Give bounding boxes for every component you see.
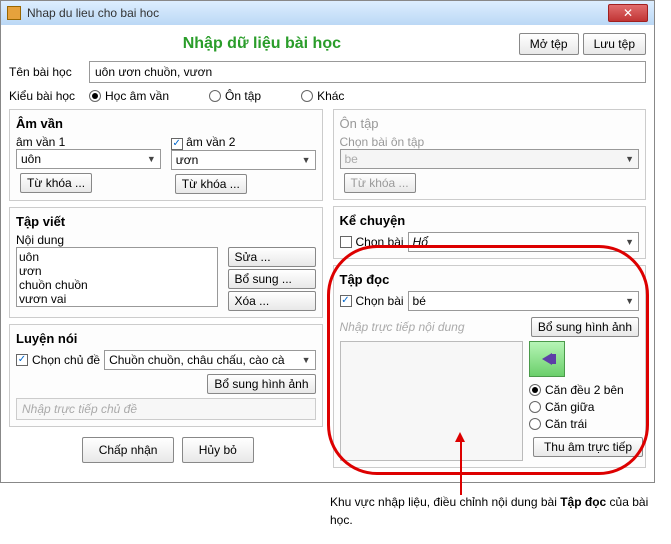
chevron-down-icon: ▼ bbox=[625, 237, 634, 247]
add-image-tapdoc-button[interactable]: Bổ sung hình ảnh bbox=[531, 317, 639, 337]
ke-chuyen-checkbox[interactable] bbox=[340, 236, 352, 248]
list-item[interactable]: chuồn chuồn bbox=[19, 278, 215, 292]
chu-de-input[interactable]: Nhập trực tiếp chủ đề bbox=[16, 398, 316, 420]
chevron-down-icon: ▼ bbox=[302, 155, 311, 165]
add-button[interactable]: Bổ sung ... bbox=[228, 269, 316, 289]
chu-de-select[interactable]: Chuồn chuồn, châu chấu, cào cà▼ bbox=[104, 350, 315, 370]
save-file-button[interactable]: Lưu tệp bbox=[583, 33, 646, 55]
cancel-button[interactable]: Hủy bỏ bbox=[182, 437, 254, 463]
align-both-radio[interactable] bbox=[529, 384, 541, 396]
luyen-noi-title: Luyện nói bbox=[16, 331, 316, 346]
ke-chuyen-title: Kể chuyện bbox=[340, 213, 640, 228]
on-tap-group: Ôn tập Chọn bài ôn tập be▼ Từ khóa ... bbox=[333, 109, 647, 200]
chevron-down-icon: ▼ bbox=[625, 296, 634, 306]
lesson-name-input[interactable]: uôn ươn chuồn, vươn bbox=[89, 61, 646, 83]
keyword1-button[interactable]: Từ khóa ... bbox=[20, 173, 92, 193]
titlebar: Nhap du lieu cho bai hoc ✕ bbox=[1, 1, 654, 25]
keyword-ontap-button: Từ khóa ... bbox=[344, 173, 416, 193]
am-van2-select[interactable]: ươn▼ bbox=[171, 150, 316, 170]
keyword2-button[interactable]: Từ khóa ... bbox=[175, 174, 247, 194]
luyen-noi-group: Luyện nói Chọn chủ đề Chuồn chuồn, châu … bbox=[9, 324, 323, 427]
align-left-radio[interactable] bbox=[529, 418, 541, 430]
edit-button[interactable]: Sửa ... bbox=[228, 247, 316, 267]
lesson-type-label: Kiểu bài học bbox=[9, 89, 89, 103]
chevron-down-icon: ▼ bbox=[147, 154, 156, 164]
ke-chuyen-select[interactable]: Hổ▼ bbox=[408, 232, 639, 252]
list-item[interactable]: vươn vai bbox=[19, 292, 215, 306]
lesson-name-label: Tên bài học bbox=[9, 65, 89, 79]
radio-khac[interactable] bbox=[301, 90, 313, 102]
window-title: Nhap du lieu cho bai hoc bbox=[27, 6, 608, 20]
list-item[interactable]: uôn bbox=[19, 250, 215, 264]
tap-viet-title: Tập viết bbox=[16, 214, 316, 229]
radio-on-tap[interactable] bbox=[209, 90, 221, 102]
annotation-arrow-head bbox=[455, 432, 465, 442]
align-center-radio[interactable] bbox=[529, 401, 541, 413]
close-button[interactable]: ✕ bbox=[608, 4, 648, 22]
accept-button[interactable]: Chấp nhận bbox=[82, 437, 175, 463]
on-tap-select: be▼ bbox=[340, 149, 640, 169]
page-title: Nhập dữ liệu bài học bbox=[9, 35, 515, 53]
tap-doc-textarea[interactable] bbox=[340, 341, 524, 461]
tap-doc-title: Tập đọc bbox=[340, 272, 640, 287]
tap-viet-list[interactable]: uôn ươn chuồn chuồn vươn vai bbox=[16, 247, 218, 307]
am-van-title: Âm vần bbox=[16, 116, 316, 131]
tap-viet-group: Tập viết Nội dung uôn ươn chuồn chuồn vư… bbox=[9, 207, 323, 318]
delete-button[interactable]: Xóa ... bbox=[228, 291, 316, 311]
chevron-down-icon: ▼ bbox=[625, 154, 634, 164]
am-van-group: Âm vần âm vần 1 uôn▼ Từ khóa ... âm vần … bbox=[9, 109, 323, 201]
on-tap-title: Ôn tập bbox=[340, 116, 640, 131]
chon-chu-de-checkbox[interactable] bbox=[16, 354, 28, 366]
record-button[interactable]: Thu âm trực tiếp bbox=[533, 437, 643, 457]
annotation-text: Khu vực nhập liệu, điều chỉnh nội dung b… bbox=[330, 493, 650, 529]
am-van1-select[interactable]: uôn▼ bbox=[16, 149, 161, 169]
ke-chuyen-group: Kể chuyện Chọn bài Hổ▼ bbox=[333, 206, 647, 259]
app-window: Nhap du lieu cho bai hoc ✕ Nhập dữ liệu … bbox=[0, 0, 655, 483]
tap-doc-checkbox[interactable] bbox=[340, 295, 352, 307]
am-van2-checkbox[interactable] bbox=[171, 138, 183, 150]
radio-hoc-am-van[interactable] bbox=[89, 90, 101, 102]
speaker-icon[interactable] bbox=[529, 341, 565, 377]
add-image-button[interactable]: Bổ sung hình ảnh bbox=[207, 374, 315, 394]
open-file-button[interactable]: Mở tệp bbox=[519, 33, 579, 55]
app-icon bbox=[7, 6, 21, 20]
tap-doc-select[interactable]: bé▼ bbox=[408, 291, 639, 311]
list-item[interactable]: ươn bbox=[19, 264, 215, 278]
annotation-arrow-line bbox=[460, 440, 462, 495]
chevron-down-icon: ▼ bbox=[302, 355, 311, 365]
tap-doc-group: Tập đọc Chọn bài bé▼ Nhập trực tiếp nội … bbox=[333, 265, 647, 468]
